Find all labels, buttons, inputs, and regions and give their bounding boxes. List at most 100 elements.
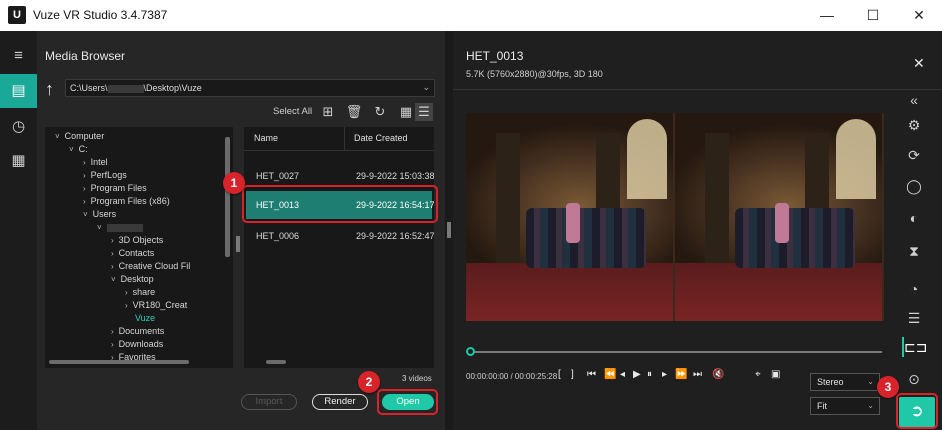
stereo-video-frame[interactable] [466, 113, 884, 321]
tree-horizontal-scrollbar[interactable] [49, 360, 189, 364]
go-to-end-icon[interactable]: ⏭ [693, 369, 702, 380]
view-icon[interactable]: ⊏⊐ [902, 337, 927, 357]
tree-node-label: Documents [118, 326, 165, 336]
go-to-start-icon[interactable]: ⏮ [587, 369, 596, 380]
playhead-handle[interactable] [466, 347, 475, 356]
tree-node[interactable]: › PerfLogs [83, 170, 127, 183]
tree-node[interactable]: › Documents [111, 326, 164, 339]
mute-icon[interactable]: 🔇 [712, 369, 724, 380]
tree-node[interactable]: › share [125, 287, 155, 300]
tree-node-label: share [132, 287, 156, 297]
chevron-right-icon[interactable]: › [83, 158, 86, 167]
settings-icon[interactable]: ⚙ [902, 115, 926, 135]
tree-node[interactable]: Vuze [125, 313, 155, 326]
fit-mode-select[interactable]: Fit ⌄ [810, 397, 880, 415]
chevron-right-icon[interactable]: › [125, 301, 128, 310]
chevron-right-icon[interactable]: › [83, 197, 86, 206]
folder-tree[interactable]: › Favorites › Downloads › Documents Vuze › VR180… [45, 127, 233, 368]
speed-icon[interactable]: ◔ [902, 279, 926, 299]
timer-icon[interactable]: ◷ [0, 110, 37, 144]
chevron-right-icon[interactable]: › [111, 340, 114, 349]
chevron-right-icon[interactable]: › [111, 249, 114, 258]
tree-node[interactable]: › Program Files (x86) [83, 196, 170, 209]
tree-node[interactable]: ˅ C: [69, 144, 88, 157]
step-back-icon[interactable]: ⏪ [604, 369, 616, 380]
snapshot-icon[interactable]: ⊙ [902, 369, 926, 389]
tree-node-label: Program Files [90, 183, 147, 193]
minimize-button[interactable]: — [804, 0, 850, 31]
tree-node[interactable]: › 3D Objects [111, 235, 163, 248]
step-badge: 1 [223, 172, 245, 194]
chevron-down-icon[interactable]: ˅ [111, 275, 116, 284]
up-arrow-icon[interactable]: ↑ [45, 79, 54, 100]
chevron-right-icon[interactable]: › [83, 184, 86, 193]
import-button[interactable]: Import [241, 394, 297, 410]
path-field[interactable]: C:\Users\ \Desktop\Vuze ⌄ [65, 79, 435, 97]
panel-splitter[interactable] [445, 31, 453, 430]
frame-forward-icon[interactable]: ▸ [662, 369, 667, 380]
chevron-down-icon[interactable]: ⌄ [422, 82, 430, 93]
render-button[interactable]: Render [312, 394, 368, 410]
close-window-button[interactable]: ✕ [896, 0, 942, 31]
chevron-down-icon[interactable]: ˅ [55, 132, 60, 141]
trim-icon[interactable]: ⧗ [902, 241, 926, 261]
pause-icon[interactable]: ⏸ [647, 369, 652, 380]
tree-node[interactable]: › Downloads [111, 339, 163, 352]
hamburger-icon[interactable]: ≡ [0, 39, 37, 73]
path-prefix: C:\Users\ [70, 83, 108, 93]
trash-icon[interactable]: 🗑 [345, 103, 363, 121]
chevron-down-icon[interactable]: ˅ [69, 145, 74, 154]
tree-node[interactable]: › Contacts [111, 248, 154, 261]
tree-node[interactable]: › VR180_Creat [125, 300, 187, 313]
frame-view-icon[interactable]: ▣ [771, 369, 780, 380]
sphere-icon[interactable]: ◯ [902, 176, 926, 196]
column-date-header[interactable]: Date Created [354, 133, 408, 143]
splitter-grip-icon[interactable] [447, 222, 451, 238]
mark-out-button[interactable]: ] [571, 369, 574, 380]
chevron-right-icon[interactable]: › [83, 171, 86, 180]
window-title: Vuze VR Studio 3.4.7387 [33, 8, 168, 22]
chevron-right-icon[interactable]: › [111, 262, 114, 271]
crosshair-icon[interactable]: ⌖ [755, 369, 761, 380]
chevron-right-icon[interactable]: › [111, 236, 114, 245]
chevron-down-icon[interactable]: ˅ [97, 223, 102, 232]
stabilize-icon[interactable]: ◐ [902, 208, 926, 228]
close-preview-button[interactable]: ✕ [913, 55, 925, 72]
chevron-right-icon[interactable]: › [111, 327, 114, 336]
file-row[interactable]: HET_0006 29-9-2022 16:52:47 [246, 222, 434, 250]
rotate-icon[interactable]: ⟳ [902, 145, 926, 165]
frame-back-icon[interactable]: ◂ [620, 369, 625, 380]
chevron-down-icon[interactable]: ˅ [83, 210, 88, 219]
media-browser-icon[interactable]: ▤ [0, 74, 37, 108]
file-date: 29-9-2022 15:03:38 [356, 171, 434, 181]
tree-node[interactable]: ˅ Desktop [111, 274, 154, 287]
view-mode-select[interactable]: Stereo ⌄ [810, 373, 880, 391]
step-forward-icon[interactable]: ⏩ [675, 369, 687, 380]
tree-node[interactable]: ˅ Computer [55, 131, 104, 144]
file-date: 29-9-2022 16:52:47 [356, 231, 434, 241]
tree-node[interactable]: › Program Files [83, 183, 147, 196]
chevron-right-icon[interactable]: › [125, 288, 128, 297]
tree-node[interactable]: › Intel [83, 157, 108, 170]
collapse-icon[interactable]: « [902, 90, 926, 110]
new-folder-icon[interactable]: ⊞ [319, 103, 337, 121]
tree-list-splitter[interactable] [236, 236, 240, 252]
timeline-track[interactable] [470, 351, 882, 353]
tree-node[interactable]: › Creative Cloud Fil [111, 261, 190, 274]
adjustments-icon[interactable]: ☰ [902, 308, 926, 328]
tree-node[interactable]: ˅ [97, 222, 143, 235]
grid-view-icon[interactable]: ▦ [397, 103, 415, 121]
list-horizontal-scrollbar[interactable] [266, 360, 286, 364]
maximize-button[interactable]: ☐ [850, 0, 896, 31]
timecode: 00:00:00:00 / 00:00:25:28 [466, 372, 558, 381]
tree-node[interactable]: ˅ Users [83, 209, 116, 222]
clapperboard-icon[interactable]: ▦ [0, 144, 37, 178]
select-all-button[interactable]: Select All [273, 106, 312, 117]
mark-in-button[interactable]: [ [558, 369, 561, 380]
left-eye-image [466, 113, 673, 321]
play-icon[interactable]: ▶ [633, 369, 641, 380]
list-view-icon[interactable]: ☰ [415, 103, 433, 121]
tree-vertical-scrollbar[interactable] [225, 137, 230, 257]
refresh-icon[interactable]: ↻ [371, 103, 389, 121]
column-name-header[interactable]: Name [254, 133, 278, 143]
